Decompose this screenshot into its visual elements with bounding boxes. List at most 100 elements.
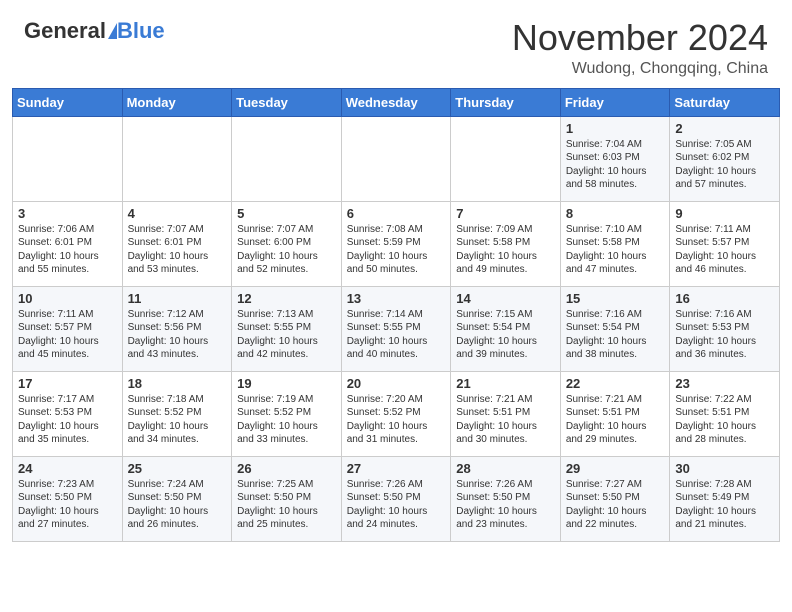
day-number: 12 — [237, 291, 336, 306]
day-cell: 20 Sunrise: 7:20 AM Sunset: 5:52 PM Dayli… — [341, 371, 451, 456]
day-number: 9 — [675, 206, 774, 221]
logo-area: General Blue — [24, 18, 165, 44]
day-cell: 18 Sunrise: 7:18 AM Sunset: 5:52 PM Dayli… — [122, 371, 232, 456]
week-row-1: 1 Sunrise: 7:04 AM Sunset: 6:03 PM Daylig… — [13, 116, 780, 201]
day-cell: 19 Sunrise: 7:19 AM Sunset: 5:52 PM Dayli… — [232, 371, 342, 456]
day-number: 1 — [566, 121, 665, 136]
day-number: 5 — [237, 206, 336, 221]
day-header-saturday: Saturday — [670, 88, 780, 116]
calendar-table: SundayMondayTuesdayWednesdayThursdayFrid… — [12, 88, 780, 542]
day-info: Sunrise: 7:28 AM Sunset: 5:49 PM Dayligh… — [675, 478, 774, 532]
day-number: 22 — [566, 376, 665, 391]
day-cell: 6 Sunrise: 7:08 AM Sunset: 5:59 PM Daylig… — [341, 201, 451, 286]
day-header-friday: Friday — [560, 88, 670, 116]
day-cell: 12 Sunrise: 7:13 AM Sunset: 5:55 PM Dayli… — [232, 286, 342, 371]
day-header-monday: Monday — [122, 88, 232, 116]
month-title: November 2024 — [512, 18, 768, 58]
day-number: 28 — [456, 461, 555, 476]
calendar: SundayMondayTuesdayWednesdayThursdayFrid… — [0, 88, 792, 612]
week-row-4: 17Sunrise: 7:17 AM Sunset: 5:53 PM Dayli… — [13, 371, 780, 456]
day-info: Sunrise: 7:16 AM Sunset: 5:54 PM Dayligh… — [566, 308, 665, 362]
day-cell: 3Sunrise: 7:06 AM Sunset: 6:01 PM Daylig… — [13, 201, 123, 286]
day-number: 29 — [566, 461, 665, 476]
day-header-sunday: Sunday — [13, 88, 123, 116]
day-info: Sunrise: 7:09 AM Sunset: 5:58 PM Dayligh… — [456, 223, 555, 277]
day-header-wednesday: Wednesday — [341, 88, 451, 116]
day-cell: 11 Sunrise: 7:12 AM Sunset: 5:56 PM Dayli… — [122, 286, 232, 371]
day-number: 30 — [675, 461, 774, 476]
day-cell: 16 Sunrise: 7:16 AM Sunset: 5:53 PM Dayli… — [670, 286, 780, 371]
day-cell: 30 Sunrise: 7:28 AM Sunset: 5:49 PM Dayli… — [670, 456, 780, 541]
day-info: Sunrise: 7:12 AM Sunset: 5:56 PM Dayligh… — [128, 308, 227, 362]
day-info: Sunrise: 7:21 AM Sunset: 5:51 PM Dayligh… — [456, 393, 555, 447]
day-cell — [451, 116, 561, 201]
location-title: Wudong, Chongqing, China — [512, 60, 768, 78]
day-number: 26 — [237, 461, 336, 476]
day-cell: 15 Sunrise: 7:16 AM Sunset: 5:54 PM Dayli… — [560, 286, 670, 371]
day-number: 2 — [675, 121, 774, 136]
day-info: Sunrise: 7:26 AM Sunset: 5:50 PM Dayligh… — [347, 478, 446, 532]
day-number: 10 — [18, 291, 117, 306]
day-cell: 25 Sunrise: 7:24 AM Sunset: 5:50 PM Dayli… — [122, 456, 232, 541]
day-cell: 8Sunrise: 7:10 AM Sunset: 5:58 PM Daylig… — [560, 201, 670, 286]
day-info: Sunrise: 7:22 AM Sunset: 5:51 PM Dayligh… — [675, 393, 774, 447]
day-info: Sunrise: 7:07 AM Sunset: 6:00 PM Dayligh… — [237, 223, 336, 277]
week-row-5: 24 Sunrise: 7:23 AM Sunset: 5:50 PM Dayli… — [13, 456, 780, 541]
day-number: 8 — [566, 206, 665, 221]
day-number: 14 — [456, 291, 555, 306]
day-header-tuesday: Tuesday — [232, 88, 342, 116]
day-number: 24 — [18, 461, 117, 476]
day-info: Sunrise: 7:16 AM Sunset: 5:53 PM Dayligh… — [675, 308, 774, 362]
day-cell: 17Sunrise: 7:17 AM Sunset: 5:53 PM Dayli… — [13, 371, 123, 456]
day-info: Sunrise: 7:19 AM Sunset: 5:52 PM Dayligh… — [237, 393, 336, 447]
day-cell: 22 Sunrise: 7:21 AM Sunset: 5:51 PM Dayli… — [560, 371, 670, 456]
day-number: 11 — [128, 291, 227, 306]
day-info: Sunrise: 7:20 AM Sunset: 5:52 PM Dayligh… — [347, 393, 446, 447]
day-number: 4 — [128, 206, 227, 221]
day-info: Sunrise: 7:14 AM Sunset: 5:55 PM Dayligh… — [347, 308, 446, 362]
week-row-3: 10 Sunrise: 7:11 AM Sunset: 5:57 PM Dayli… — [13, 286, 780, 371]
day-cell: 28 Sunrise: 7:26 AM Sunset: 5:50 PM Dayli… — [451, 456, 561, 541]
day-info: Sunrise: 7:07 AM Sunset: 6:01 PM Dayligh… — [128, 223, 227, 277]
day-cell: 24 Sunrise: 7:23 AM Sunset: 5:50 PM Dayli… — [13, 456, 123, 541]
day-info: Sunrise: 7:13 AM Sunset: 5:55 PM Dayligh… — [237, 308, 336, 362]
day-cell: 14 Sunrise: 7:15 AM Sunset: 5:54 PM Dayli… — [451, 286, 561, 371]
day-number: 6 — [347, 206, 446, 221]
day-info: Sunrise: 7:11 AM Sunset: 5:57 PM Dayligh… — [18, 308, 117, 362]
logo-blue-text: Blue — [117, 18, 165, 44]
logo-general-text: General — [24, 18, 106, 44]
header-row: SundayMondayTuesdayWednesdayThursdayFrid… — [13, 88, 780, 116]
day-number: 21 — [456, 376, 555, 391]
day-number: 20 — [347, 376, 446, 391]
day-cell — [341, 116, 451, 201]
header: General Blue November 2024 Wudong, Chong… — [0, 0, 792, 88]
day-cell: 5 Sunrise: 7:07 AM Sunset: 6:00 PM Daylig… — [232, 201, 342, 286]
day-number: 17 — [18, 376, 117, 391]
day-info: Sunrise: 7:04 AM Sunset: 6:03 PM Dayligh… — [566, 138, 665, 192]
day-info: Sunrise: 7:24 AM Sunset: 5:50 PM Dayligh… — [128, 478, 227, 532]
day-info: Sunrise: 7:25 AM Sunset: 5:50 PM Dayligh… — [237, 478, 336, 532]
day-cell: 2Sunrise: 7:05 AM Sunset: 6:02 PM Daylig… — [670, 116, 780, 201]
day-cell: 9 Sunrise: 7:11 AM Sunset: 5:57 PM Daylig… — [670, 201, 780, 286]
day-number: 25 — [128, 461, 227, 476]
day-info: Sunrise: 7:18 AM Sunset: 5:52 PM Dayligh… — [128, 393, 227, 447]
day-cell — [232, 116, 342, 201]
day-number: 18 — [128, 376, 227, 391]
day-info: Sunrise: 7:15 AM Sunset: 5:54 PM Dayligh… — [456, 308, 555, 362]
week-row-2: 3Sunrise: 7:06 AM Sunset: 6:01 PM Daylig… — [13, 201, 780, 286]
day-header-thursday: Thursday — [451, 88, 561, 116]
day-number: 13 — [347, 291, 446, 306]
logo: General Blue — [24, 18, 165, 44]
day-info: Sunrise: 7:26 AM Sunset: 5:50 PM Dayligh… — [456, 478, 555, 532]
title-area: November 2024 Wudong, Chongqing, China — [512, 18, 768, 78]
day-cell: 26 Sunrise: 7:25 AM Sunset: 5:50 PM Dayli… — [232, 456, 342, 541]
day-info: Sunrise: 7:08 AM Sunset: 5:59 PM Dayligh… — [347, 223, 446, 277]
day-cell: 29Sunrise: 7:27 AM Sunset: 5:50 PM Dayli… — [560, 456, 670, 541]
day-info: Sunrise: 7:06 AM Sunset: 6:01 PM Dayligh… — [18, 223, 117, 277]
day-number: 19 — [237, 376, 336, 391]
day-info: Sunrise: 7:21 AM Sunset: 5:51 PM Dayligh… — [566, 393, 665, 447]
day-number: 16 — [675, 291, 774, 306]
day-number: 15 — [566, 291, 665, 306]
day-info: Sunrise: 7:11 AM Sunset: 5:57 PM Dayligh… — [675, 223, 774, 277]
day-info: Sunrise: 7:23 AM Sunset: 5:50 PM Dayligh… — [18, 478, 117, 532]
